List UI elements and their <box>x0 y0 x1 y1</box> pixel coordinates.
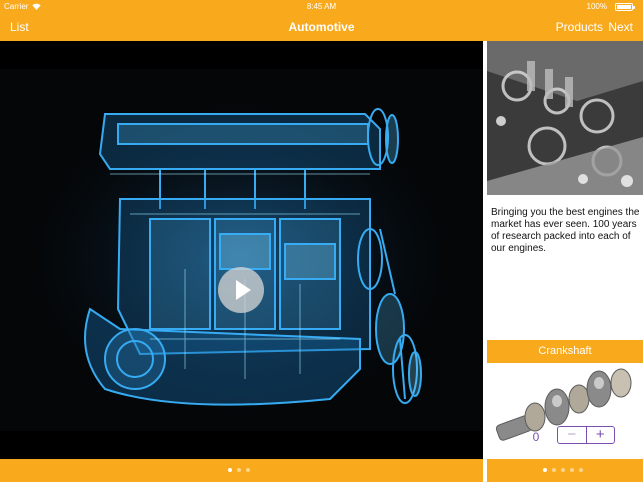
battery-icon <box>615 3 635 11</box>
page-dot[interactable] <box>246 468 250 472</box>
increment-button[interactable]: + <box>587 427 615 443</box>
quantity-value: 0 <box>532 430 540 444</box>
products-button[interactable]: Products <box>556 20 603 34</box>
page-dot[interactable] <box>543 468 547 472</box>
battery-fill <box>617 5 631 9</box>
list-button[interactable]: List <box>10 20 29 34</box>
right-page-indicator-bar <box>487 459 643 482</box>
page-dot[interactable] <box>237 468 241 472</box>
navigation-bar: List Automotive Products Next <box>0 14 643 41</box>
app-screen: Carrier 8:45 AM 100% List Automotive Pro… <box>0 0 643 482</box>
page-dot[interactable] <box>552 468 556 472</box>
engine-photo <box>487 41 643 195</box>
page-dot[interactable] <box>579 468 583 472</box>
page-dot[interactable] <box>570 468 574 472</box>
play-button[interactable] <box>218 267 264 313</box>
page-dot[interactable] <box>561 468 565 472</box>
left-page-indicator-bar <box>0 459 483 482</box>
product-page-dots <box>543 468 583 472</box>
engine-photo-graphic <box>487 41 643 195</box>
xray-engine-image <box>0 69 483 431</box>
video-page-dots <box>228 468 250 472</box>
next-button[interactable]: Next <box>608 20 633 34</box>
status-bar: Carrier 8:45 AM 100% <box>0 0 643 14</box>
product-description: Bringing you the best engines the market… <box>491 207 640 254</box>
play-icon <box>236 280 251 300</box>
page-title: Automotive <box>288 20 355 34</box>
sidebar: Bringing you the best engines the market… <box>487 41 643 482</box>
battery-percentage: 100% <box>586 2 607 11</box>
video-player[interactable] <box>0 69 483 431</box>
page-dot[interactable] <box>228 468 232 472</box>
status-time: 8:45 AM <box>306 2 337 11</box>
video-panel <box>0 41 483 459</box>
crankshaft-image <box>487 365 643 459</box>
decrement-button[interactable]: − <box>558 427 587 443</box>
crankshaft-graphic <box>487 365 643 459</box>
quantity-stepper: − + <box>557 426 615 444</box>
product-name: Crankshaft <box>487 340 643 363</box>
